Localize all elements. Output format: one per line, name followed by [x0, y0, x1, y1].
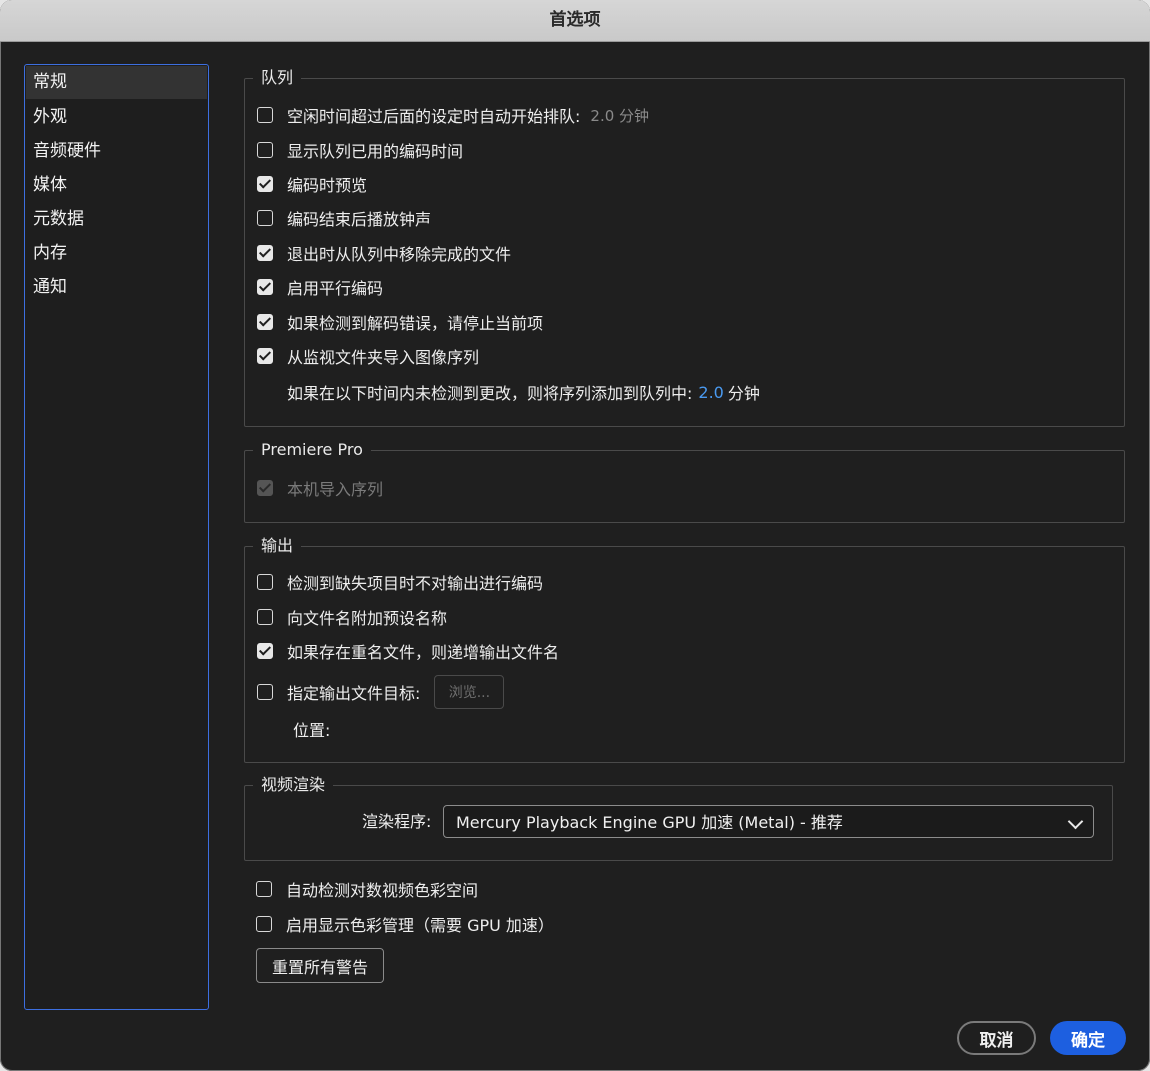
chime-label: 编码结束后播放钟声 [287, 210, 432, 229]
chevron-down-icon [1067, 813, 1084, 830]
skip-missing-checkbox[interactable] [257, 574, 273, 590]
watch-note-label: 如果在以下时间内未检测到更改，则将序列添加到队列中: [287, 384, 693, 403]
queue-group: 队列 空闲时间超过后面的设定时自动开始排队: 2.0 分钟 显示队列已用的编码时… [244, 65, 1125, 427]
preview-row: 编码时预览 [257, 172, 367, 196]
sidebar-item-appearance[interactable]: 外观 [25, 100, 208, 134]
append-preset-row: 向文件名附加预设名称 [257, 605, 447, 629]
sidebar-item-metadata[interactable]: 元数据 [25, 202, 208, 236]
native-import-checkbox [257, 480, 273, 496]
log-color-label: 自动检测对数视频色彩空间 [286, 881, 479, 900]
location-row: 位置: [293, 717, 330, 741]
location-label: 位置: [293, 721, 331, 740]
show-time-checkbox[interactable] [257, 142, 273, 158]
ok-button[interactable]: 确定 [1050, 1021, 1126, 1055]
preview-checkbox[interactable] [257, 176, 273, 192]
premiere-group-title: Premiere Pro [253, 437, 371, 463]
native-import-row: 本机导入序列 [257, 476, 383, 500]
watch-note-value[interactable]: 2.0 [698, 383, 723, 402]
increment-label: 如果存在重名文件，则递增输出文件名 [287, 643, 560, 662]
auto-start-value: 2.0 分钟 [590, 106, 650, 125]
sidebar-item-media[interactable]: 媒体 [25, 168, 208, 202]
log-color-checkbox[interactable] [256, 881, 272, 897]
remove-on-exit-row: 退出时从队列中移除完成的文件 [257, 241, 511, 265]
destination-label: 指定输出文件目标: [287, 684, 421, 703]
auto-start-checkbox[interactable] [257, 107, 273, 123]
watch-folder-label: 从监视文件夹导入图像序列 [287, 348, 480, 367]
premiere-group: Premiere Pro 本机导入序列 [244, 437, 1125, 523]
stop-on-error-label: 如果检测到解码错误，请停止当前项 [287, 314, 544, 333]
remove-on-exit-checkbox[interactable] [257, 245, 273, 261]
chime-row: 编码结束后播放钟声 [257, 206, 431, 230]
chime-checkbox[interactable] [257, 210, 273, 226]
remove-on-exit-label: 退出时从队列中移除完成的文件 [287, 245, 512, 264]
watch-folder-row: 从监视文件夹导入图像序列 [257, 344, 479, 368]
watch-folder-checkbox[interactable] [257, 348, 273, 364]
parallel-label: 启用平行编码 [287, 279, 384, 298]
auto-start-row: 空闲时间超过后面的设定时自动开始排队: 2.0 分钟 [257, 103, 649, 127]
display-color-checkbox[interactable] [256, 916, 272, 932]
destination-checkbox[interactable] [257, 684, 273, 700]
sidebar: 常规 外观 音频硬件 媒体 元数据 内存 通知 [24, 64, 209, 1010]
cancel-button[interactable]: 取消 [957, 1021, 1036, 1055]
output-group: 输出 检测到缺失项目时不对输出进行编码 向文件名附加预设名称 如果存在重名文件，… [244, 533, 1125, 763]
sidebar-item-general[interactable]: 常规 [26, 66, 207, 99]
watch-note-row: 如果在以下时间内未检测到更改，则将序列添加到队列中: 2.0 分钟 [287, 380, 760, 404]
parallel-checkbox[interactable] [257, 279, 273, 295]
increment-checkbox[interactable] [257, 643, 273, 659]
output-group-title: 输出 [253, 533, 302, 559]
stop-on-error-checkbox[interactable] [257, 314, 273, 330]
renderer-select-value: Mercury Playback Engine GPU 加速 (Metal) -… [456, 813, 843, 832]
display-color-row: 启用显示色彩管理（需要 GPU 加速） [256, 912, 554, 936]
destination-row: 指定输出文件目标: 浏览... [257, 675, 505, 709]
show-time-row: 显示队列已用的编码时间 [257, 138, 463, 162]
preview-label: 编码时预览 [287, 176, 368, 195]
window-title: 首选项 [0, 0, 1150, 42]
log-color-row: 自动检测对数视频色彩空间 [256, 877, 478, 901]
renderer-label: 渲染程序: [362, 812, 432, 831]
native-import-label: 本机导入序列 [287, 480, 384, 499]
browse-button[interactable]: 浏览... [434, 675, 505, 709]
append-preset-checkbox[interactable] [257, 609, 273, 625]
preferences-window: 首选项 常规 外观 音频硬件 媒体 元数据 内存 通知 队列 空闲时间超过后面的… [0, 0, 1150, 1071]
reset-warnings-button[interactable]: 重置所有警告 [256, 948, 384, 983]
skip-missing-label: 检测到缺失项目时不对输出进行编码 [287, 574, 544, 593]
sidebar-item-notifications[interactable]: 通知 [25, 270, 208, 304]
auto-start-label: 空闲时间超过后面的设定时自动开始排队: [287, 107, 581, 126]
sidebar-item-audio-hardware[interactable]: 音频硬件 [25, 134, 208, 168]
renderer-select[interactable]: Mercury Playback Engine GPU 加速 (Metal) -… [443, 805, 1094, 838]
parallel-row: 启用平行编码 [257, 275, 383, 299]
sidebar-item-memory[interactable]: 内存 [25, 236, 208, 270]
show-time-label: 显示队列已用的编码时间 [287, 142, 464, 161]
append-preset-label: 向文件名附加预设名称 [287, 609, 448, 628]
queue-group-title: 队列 [253, 65, 302, 91]
increment-row: 如果存在重名文件，则递增输出文件名 [257, 639, 559, 663]
stop-on-error-row: 如果检测到解码错误，请停止当前项 [257, 310, 543, 334]
video-render-group-title: 视频渲染 [253, 772, 334, 798]
skip-missing-row: 检测到缺失项目时不对输出进行编码 [257, 570, 543, 594]
watch-note-unit: 分钟 [727, 384, 760, 403]
display-color-label: 启用显示色彩管理（需要 GPU 加速） [286, 916, 554, 935]
